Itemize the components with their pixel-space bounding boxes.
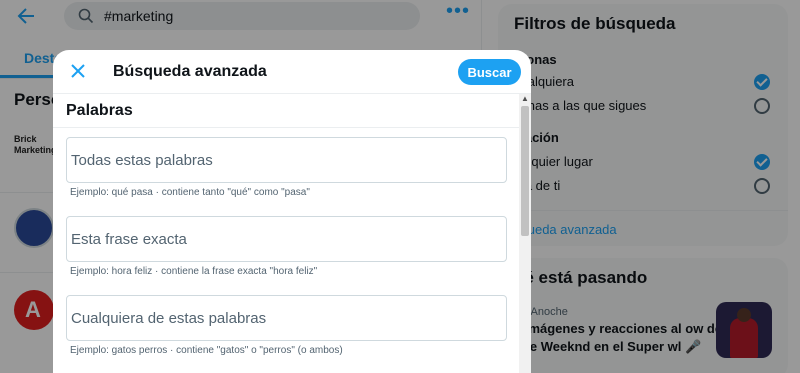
dialog-body: Palabras Ejemplo: qué pasa · contiene ta… (53, 94, 531, 373)
close-icon[interactable] (67, 60, 89, 82)
exact-phrase-hint: Ejemplo: hora feliz · contiene la frase … (70, 266, 318, 277)
section-title-words: Palabras (66, 102, 133, 119)
search-submit-button[interactable]: Buscar (458, 59, 521, 85)
scrollbar-thumb[interactable] (521, 106, 529, 236)
scrollbar[interactable]: ▲ (519, 94, 531, 373)
any-words-input[interactable] (67, 296, 506, 340)
dialog-header: Búsqueda avanzada Buscar (53, 50, 531, 94)
all-words-field[interactable] (66, 137, 507, 183)
advanced-search-dialog: Búsqueda avanzada Buscar Palabras Ejempl… (53, 50, 531, 373)
all-words-hint: Ejemplo: qué pasa · contiene tanto "qué"… (70, 187, 310, 198)
dialog-title: Búsqueda avanzada (113, 63, 267, 80)
scroll-up-icon[interactable]: ▲ (521, 95, 529, 103)
any-words-field[interactable] (66, 295, 507, 341)
exact-phrase-input[interactable] (67, 217, 506, 261)
exact-phrase-field[interactable] (66, 216, 507, 262)
all-words-input[interactable] (67, 138, 506, 182)
any-words-hint: Ejemplo: gatos perros · contiene "gatos"… (70, 345, 343, 356)
divider (53, 127, 519, 128)
